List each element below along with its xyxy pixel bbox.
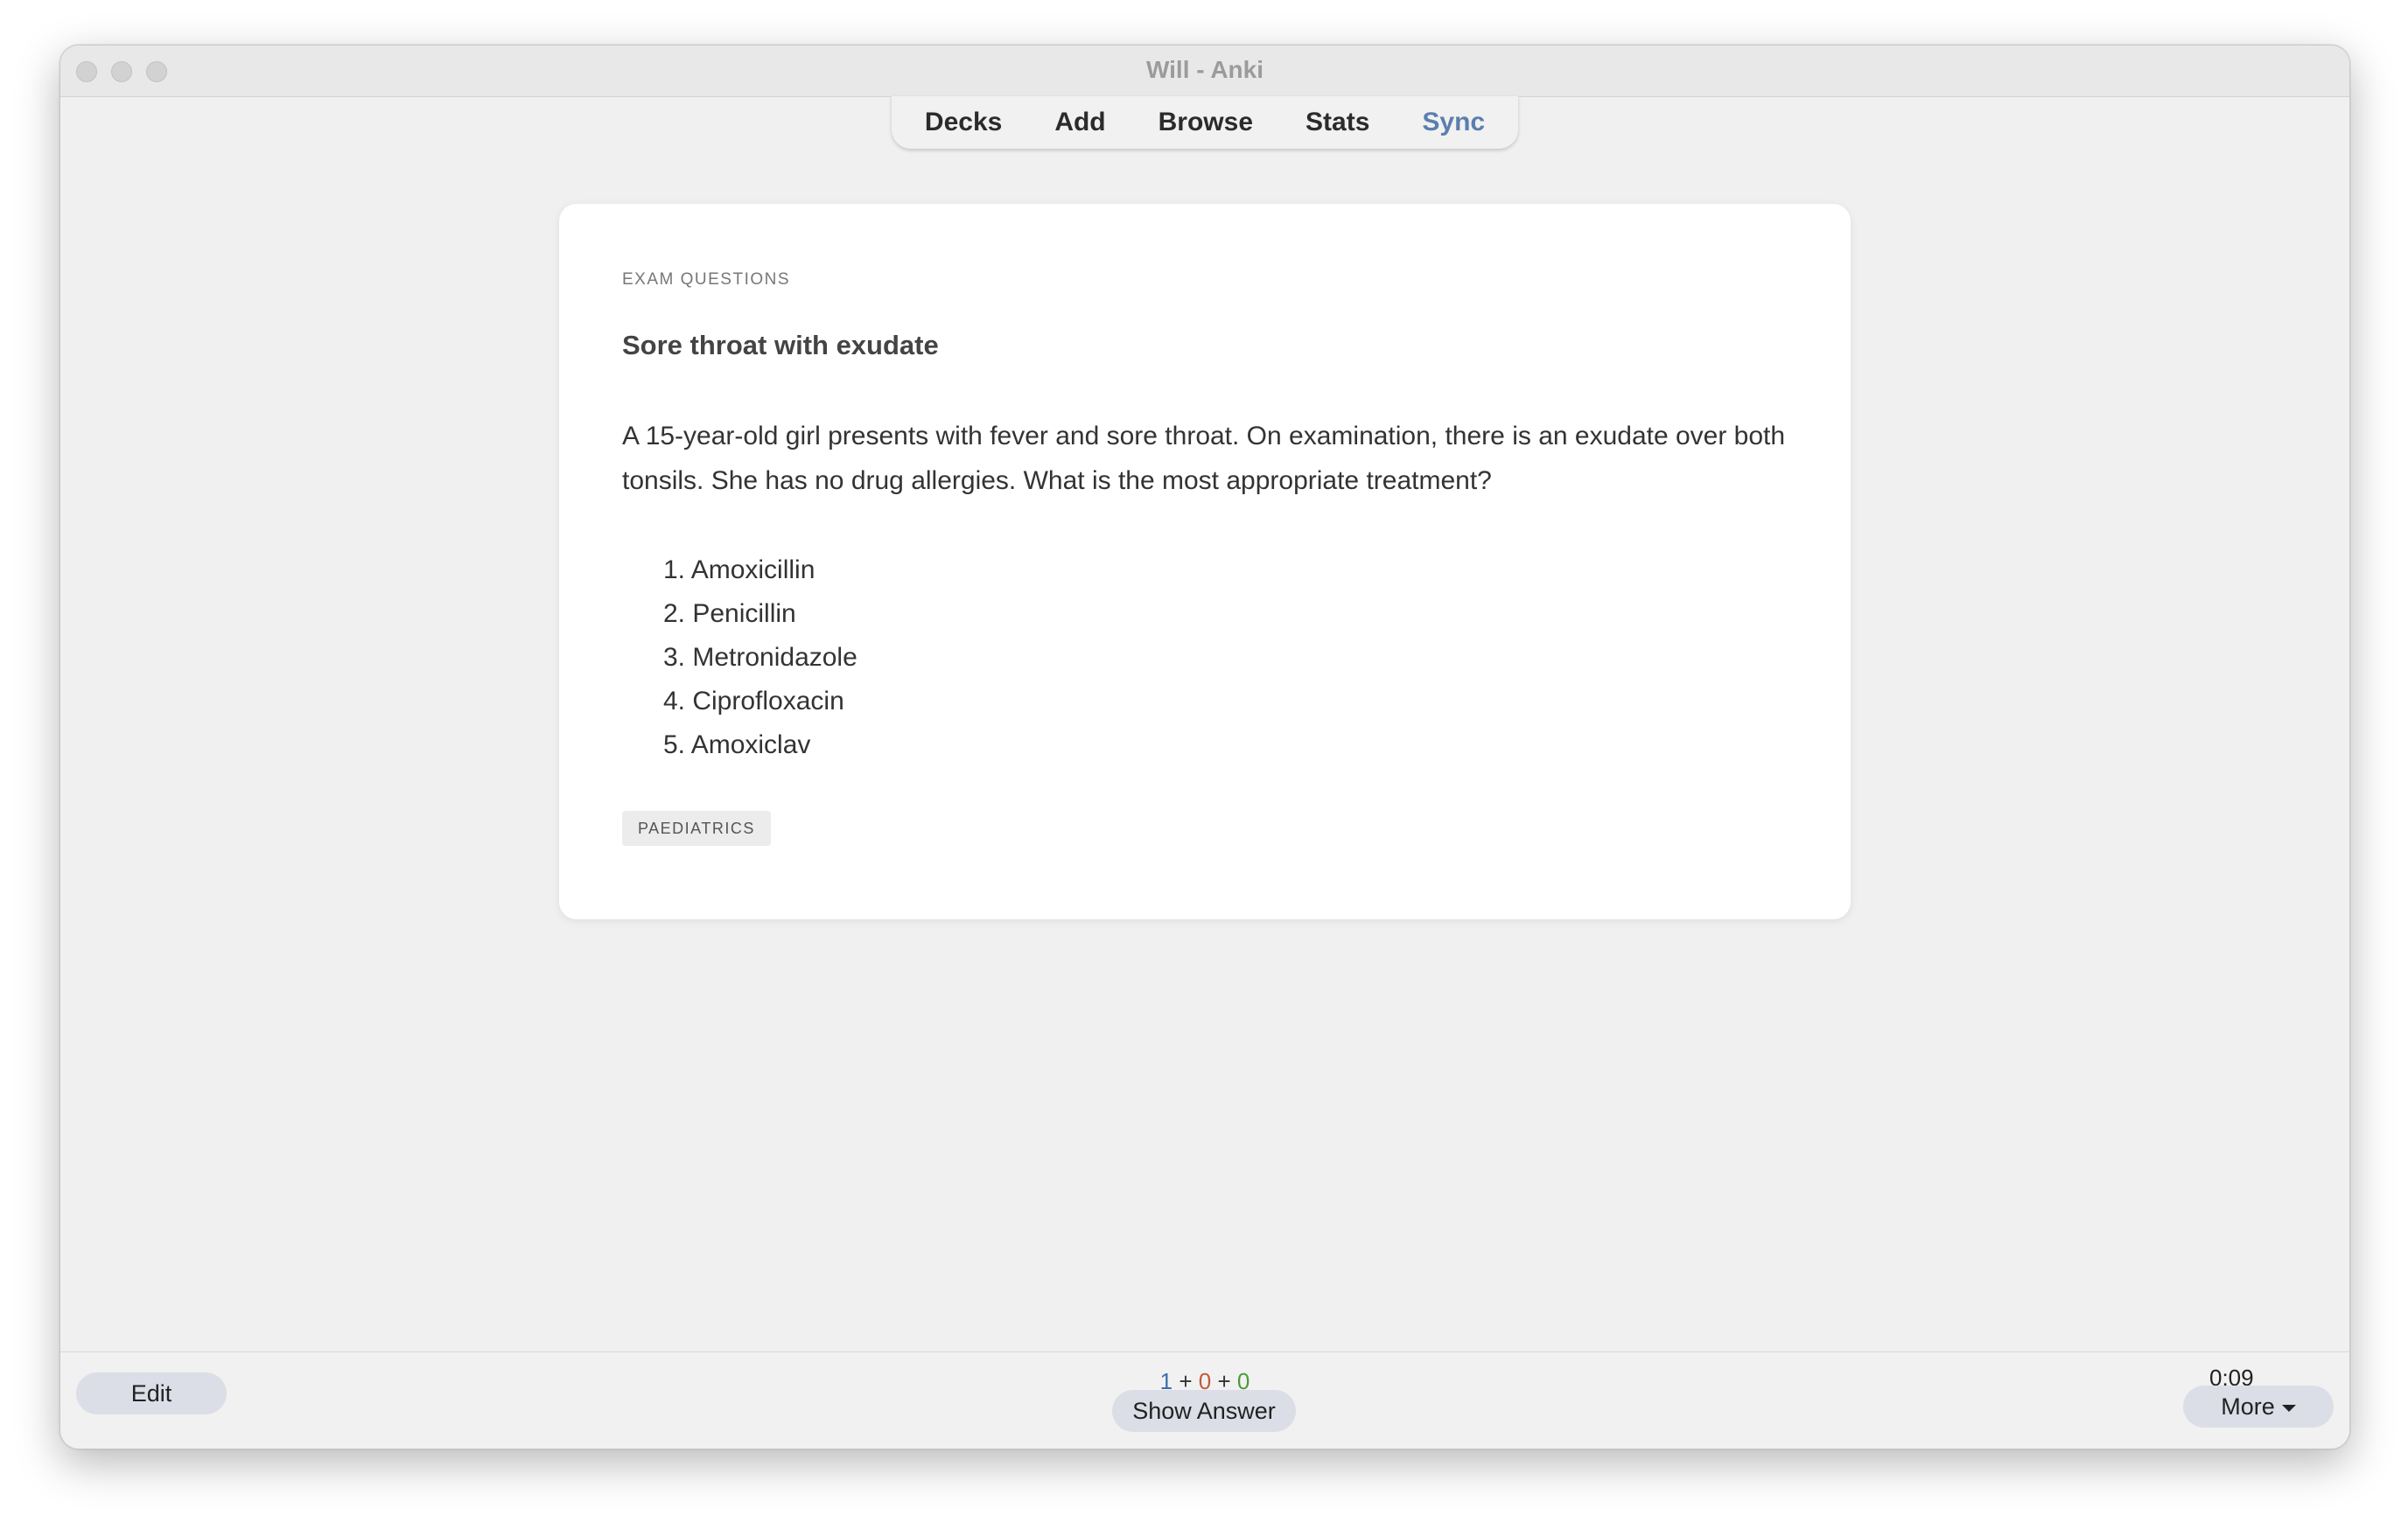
option-text: Penicillin — [692, 599, 796, 628]
option-number: 3. — [662, 643, 685, 672]
card-tag: PAEDIATRICS — [622, 811, 771, 846]
card-title: Sore throat with exudate — [622, 330, 939, 360]
question-text: A 15-year-old girl presents with fever a… — [622, 422, 1786, 495]
answer-option: 1. Amoxicillin — [622, 548, 858, 592]
answer-options-list: 1. Amoxicillin 2. Penicillin 3. Metronid… — [622, 548, 858, 767]
option-text: Metronidazole — [692, 643, 858, 672]
answer-option: 3. Metronidazole — [622, 636, 858, 680]
more-label: More — [2221, 1393, 2275, 1420]
more-button[interactable]: More — [2183, 1386, 2334, 1428]
flashcard: EXAM QUESTIONS Sore throat with exudate … — [559, 204, 1851, 919]
option-number: 4. — [662, 687, 685, 716]
option-text: Amoxiclav — [690, 730, 811, 759]
deck-label: EXAM QUESTIONS — [622, 270, 791, 289]
option-number: 1. — [662, 555, 685, 584]
window-title: Will - Anki — [1145, 56, 1264, 83]
answer-option: 2. Penicillin — [622, 592, 858, 636]
answer-option: 4. Ciprofloxacin — [622, 680, 858, 723]
toolbar-decks[interactable]: Decks — [899, 108, 1028, 137]
option-number: 5. — [662, 730, 685, 759]
toolbar-add[interactable]: Add — [1028, 108, 1131, 137]
option-number: 2. — [662, 599, 685, 628]
title-bar: Will - Anki — [60, 45, 2349, 97]
toolbar-stats[interactable]: Stats — [1279, 108, 1396, 137]
caret-down-icon — [2281, 1404, 2296, 1412]
show-answer-button[interactable]: Show Answer — [1112, 1390, 1296, 1432]
main-toolbar: Decks Add Browse Stats Sync — [892, 96, 1518, 149]
option-text: Ciprofloxacin — [692, 687, 844, 716]
option-text: Amoxicillin — [690, 555, 816, 584]
answer-option: 5. Amoxiclav — [622, 723, 858, 767]
toolbar-browse[interactable]: Browse — [1132, 108, 1279, 137]
toolbar-sync[interactable]: Sync — [1396, 108, 1511, 137]
review-bottom-bar: Edit 1 + 0 + 0 Show Answer 0:09 More — [60, 1351, 2349, 1449]
anki-window: Will - Anki Decks Add Browse Stats Sync … — [60, 45, 2350, 1449]
